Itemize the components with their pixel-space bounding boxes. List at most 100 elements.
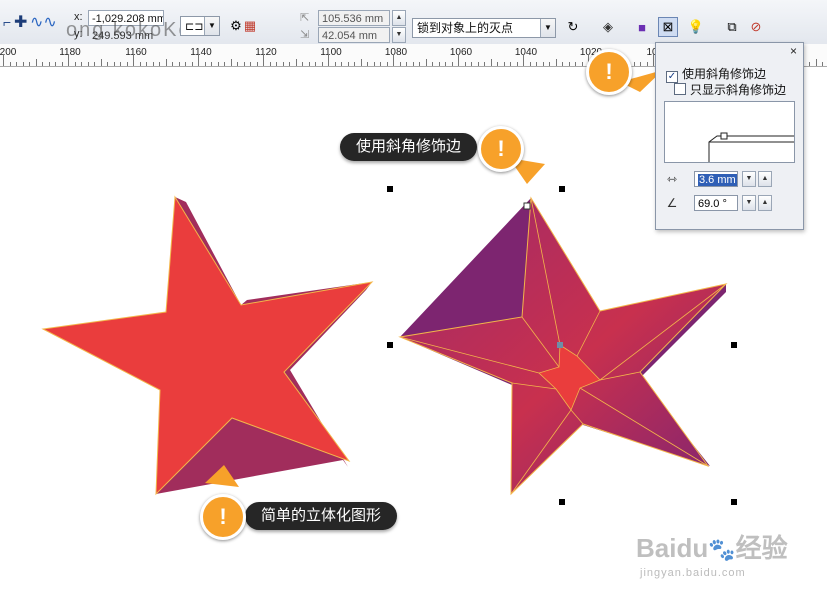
copy-properties-icon[interactable]: ⧉ <box>722 17 742 37</box>
show-bevel-only-label: 只显示斜角修饰边 <box>690 83 787 97</box>
ruler-tick <box>347 62 349 66</box>
bevel-panel: × ✓ 使用斜角修饰边 只显示斜角修饰边 ⇿ 3.6 mm ▼ ▲ ∠ 69.0 … <box>655 42 804 230</box>
ruler-tick <box>178 62 180 66</box>
height-spin-icon[interactable]: ▼ <box>392 27 406 43</box>
rotate-icon[interactable]: ↻ <box>563 17 583 37</box>
ruler-tick <box>74 62 76 66</box>
ruler-tick <box>289 62 290 66</box>
ruler-tick <box>555 59 557 66</box>
ruler-tick <box>425 59 427 66</box>
ruler-tick <box>477 62 479 66</box>
bevel-control-handle[interactable] <box>523 202 531 210</box>
simple-3d-star[interactable] <box>41 195 374 496</box>
width-spin-icon[interactable]: ▲ <box>392 10 406 26</box>
ruler-tick <box>81 62 82 66</box>
vanishing-point-handle[interactable] <box>557 342 563 348</box>
ruler-tick <box>341 62 342 66</box>
ruler-tick <box>243 62 245 66</box>
extrude-rotation-icon[interactable]: ◈ <box>598 17 618 37</box>
ruler-tick <box>133 54 134 66</box>
edge-icon: ⌐ <box>3 14 12 30</box>
ruler-tick <box>237 62 238 66</box>
depth-down-icon[interactable]: ▼ <box>742 171 756 187</box>
bevel-icon[interactable]: ⊠ <box>658 17 678 37</box>
ruler-tick <box>464 62 466 66</box>
ruler-tick <box>653 54 654 66</box>
ruler-tick <box>822 62 823 66</box>
ruler-tick <box>107 62 108 66</box>
ruler-tick <box>308 62 310 66</box>
height-icon: ⇲ <box>300 29 310 41</box>
width-field[interactable]: 105.536 mm <box>318 10 390 26</box>
ruler-tick <box>484 62 485 66</box>
clear-extrude-icon[interactable]: ⊘ <box>746 17 766 37</box>
baidu-logo: Baidu🐾经验 <box>636 528 788 565</box>
ruler-tick <box>633 62 635 66</box>
depth-up-icon[interactable]: ▲ <box>758 171 772 187</box>
pattern-icon[interactable]: ▦ <box>240 16 260 36</box>
use-bevel-label: 使用斜角修饰边 <box>682 67 767 81</box>
ruler-tick <box>211 62 212 66</box>
baidu-brand-cn: 经验 <box>735 533 788 563</box>
depth-field[interactable]: 3.6 mm <box>694 171 738 187</box>
bevel-3d-star[interactable] <box>398 196 728 496</box>
show-bevel-only-checkbox[interactable] <box>674 83 686 95</box>
ruler-tick <box>172 62 173 66</box>
close-icon[interactable]: × <box>790 44 797 58</box>
show-bevel-only-checkbox-row[interactable]: 只显示斜角修饰边 <box>674 81 786 98</box>
ruler-tick <box>386 62 388 66</box>
ruler-tick <box>224 62 225 66</box>
ruler-tick <box>419 62 420 66</box>
ruler-label: 1100 <box>320 47 342 58</box>
ruler-tick <box>100 59 102 66</box>
angle-down-icon[interactable]: ▼ <box>742 195 756 211</box>
badge-warning-icon: ! <box>586 49 632 95</box>
ruler-tick <box>640 62 641 66</box>
ruler-tick <box>35 59 37 66</box>
ruler-tick <box>3 54 4 66</box>
chevron-down-icon: ▼ <box>540 19 555 37</box>
ruler-tick <box>191 62 193 66</box>
ruler-tick <box>581 62 583 66</box>
ruler-tick <box>815 59 817 66</box>
preset-dropdown[interactable]: ⊏⊐ ▼ <box>180 16 220 36</box>
ruler-tick <box>165 59 167 66</box>
ruler-tick <box>29 62 30 66</box>
vanishing-point-select[interactable]: 锁到对象上的灭点 ▼ <box>412 18 556 38</box>
callout-bevel-label: 使用斜角修饰边 <box>340 133 478 161</box>
ruler-tick <box>490 59 492 66</box>
corel-window: ⌐ ✚ ∿∿ x: -1,029.208 mm y: 249.593 mm on… <box>0 0 827 602</box>
ruler-tick <box>536 62 537 66</box>
lighting-icon[interactable]: 💡 <box>686 17 706 37</box>
ruler-tick <box>87 62 89 66</box>
ruler-tick <box>354 62 355 66</box>
ruler-tick <box>516 62 518 66</box>
color-icon[interactable]: ■ <box>632 17 652 37</box>
ruler-tick <box>575 62 576 66</box>
ruler-tick <box>68 54 69 66</box>
height-field[interactable]: 42.054 mm <box>318 27 390 43</box>
angle-field[interactable]: 69.0 ° <box>694 195 738 211</box>
ruler-tick <box>113 62 115 66</box>
callout-simple-3d-label: 简单的立体化图形 <box>245 502 398 530</box>
ruler-label: 1160 <box>125 47 147 58</box>
angle-up-icon[interactable]: ▲ <box>758 195 772 211</box>
depth-value: 3.6 mm <box>698 174 737 186</box>
ruler-tick <box>360 59 362 66</box>
ruler-tick <box>458 54 459 66</box>
add-node-icon[interactable]: ✚ <box>14 12 27 32</box>
badge-warning-icon: ! <box>200 494 246 540</box>
depth-icon: ⇿ <box>666 172 678 186</box>
ruler-label: 1080 <box>384 47 408 58</box>
wave-icon[interactable]: ∿∿ <box>30 12 57 32</box>
ruler-tick <box>185 62 186 66</box>
ruler-tick <box>295 59 297 66</box>
ruler-tick <box>256 62 258 66</box>
bevel-preview <box>664 101 795 163</box>
width-icon: ⇱ <box>300 12 310 24</box>
ruler-tick <box>230 59 232 66</box>
ruler-tick <box>120 62 121 66</box>
ruler-tick <box>432 62 433 66</box>
ruler-tick <box>510 62 511 66</box>
ruler-tick <box>269 62 271 66</box>
